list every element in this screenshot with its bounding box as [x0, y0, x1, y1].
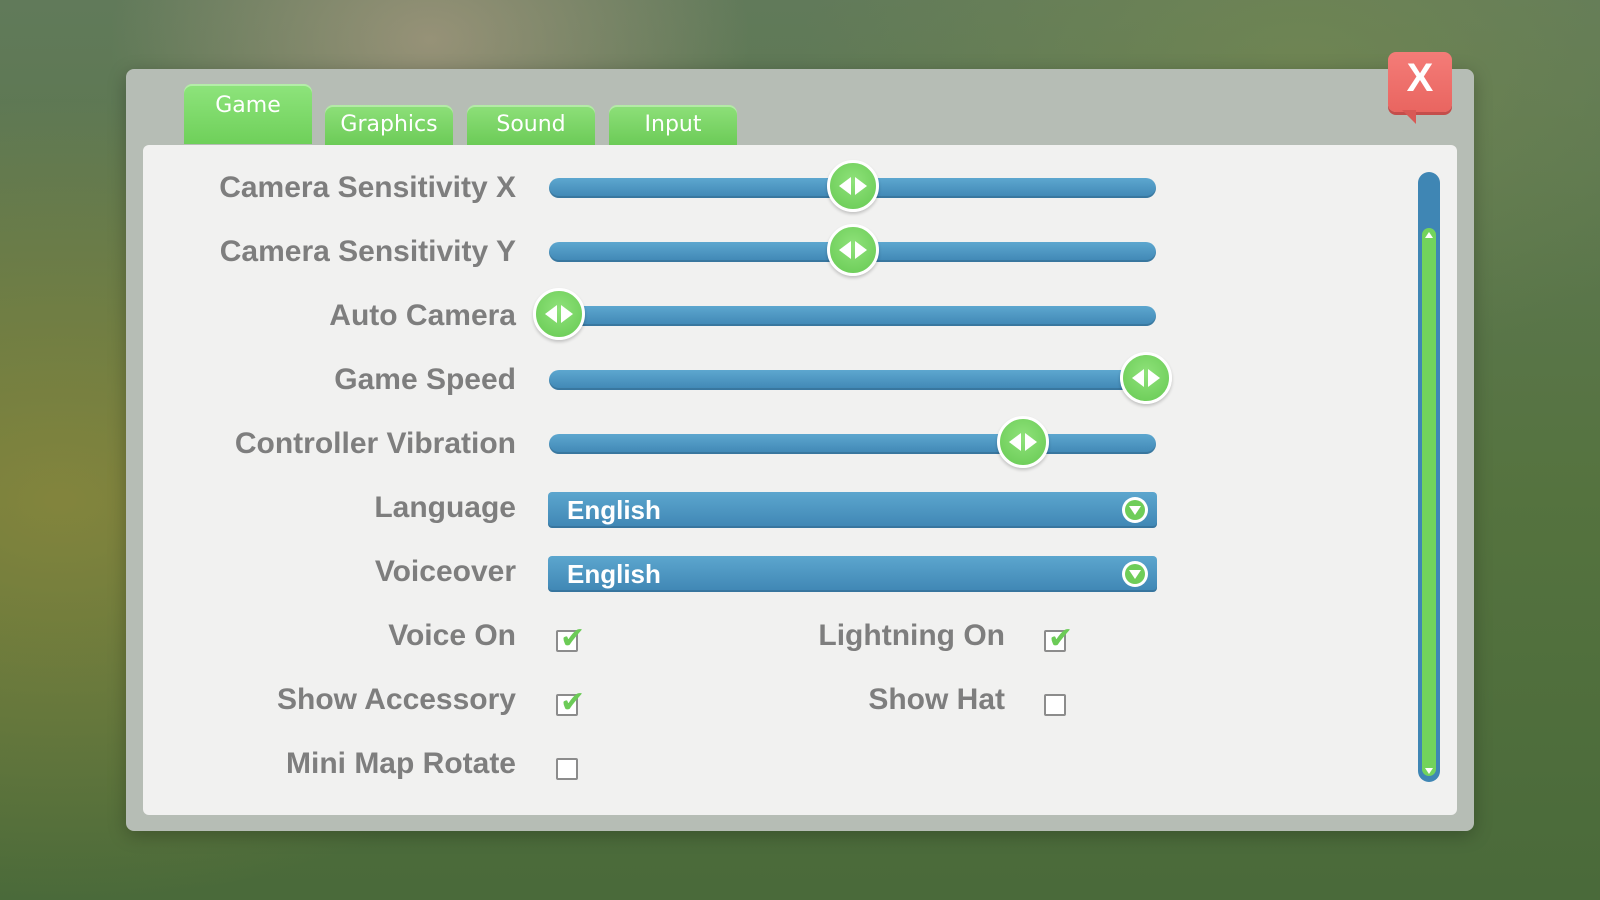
slider-knob[interactable] [533, 288, 585, 340]
arrow-left-icon [545, 305, 557, 323]
arrow-right-icon [561, 305, 573, 323]
voiceover-label: Voiceover [374, 555, 516, 588]
show-hat-checkbox[interactable] [1044, 694, 1066, 716]
slider-track[interactable] [549, 434, 1156, 454]
language-dropdown[interactable]: English [548, 492, 1157, 528]
tab-graphics[interactable]: Graphics [325, 105, 453, 145]
arrow-right-icon [854, 177, 867, 195]
controller-vibration-label: Controller Vibration [234, 427, 516, 460]
slider-knob[interactable] [996, 416, 1049, 468]
controller-vibration-slider[interactable] [549, 416, 1156, 468]
lightning-on-checkbox[interactable]: ✔ [1044, 624, 1073, 654]
tab-game[interactable]: Game [184, 84, 312, 144]
slider-knob[interactable] [1120, 352, 1172, 404]
camera-sensitivity-x-slider[interactable] [549, 160, 1156, 212]
auto-camera-label: Auto Camera [329, 299, 516, 332]
show-hat-label: Show Hat [868, 683, 1005, 716]
chevron-down-icon[interactable] [1122, 561, 1148, 587]
language-value: English [567, 495, 661, 525]
camera-sensitivity-x-label: Camera Sensitivity X [219, 171, 516, 204]
scrollbar[interactable] [1418, 172, 1440, 782]
slider-track[interactable] [549, 370, 1156, 390]
voiceover-value: English [567, 559, 661, 589]
checkmark-icon: ✔ [560, 685, 586, 720]
show-accessory-label: Show Accessory [277, 683, 516, 716]
slider-knob[interactable] [826, 224, 879, 276]
arrow-right-icon [854, 241, 867, 259]
tab-sound[interactable]: Sound [467, 105, 595, 145]
game-speed-slider[interactable] [549, 352, 1172, 404]
voice-on-checkbox[interactable]: ✔ [556, 624, 585, 654]
language-label: Language [374, 491, 516, 524]
slider-track[interactable] [549, 306, 1156, 326]
arrow-left-icon [1008, 433, 1021, 451]
close-button[interactable]: X [1388, 52, 1452, 124]
camera-sensitivity-y-slider[interactable] [549, 224, 1156, 276]
arrow-right-icon [1024, 433, 1037, 451]
mini-map-rotate-checkbox[interactable] [556, 758, 578, 780]
scroll-down-icon[interactable] [1425, 768, 1433, 774]
checkmark-icon: ✔ [1048, 621, 1074, 656]
scroll-up-icon[interactable] [1425, 232, 1433, 238]
voice-on-label: Voice On [388, 619, 516, 652]
game-speed-label: Game Speed [334, 363, 516, 396]
lightning-on-label: Lightning On [818, 619, 1005, 652]
voiceover-dropdown[interactable]: English [548, 556, 1157, 592]
checkmark-icon: ✔ [560, 621, 586, 656]
arrow-left-icon [838, 241, 851, 259]
close-icon: X [1406, 56, 1434, 100]
auto-camera-slider[interactable] [533, 288, 1156, 340]
show-accessory-checkbox[interactable]: ✔ [556, 688, 585, 718]
arrow-right-icon [1148, 369, 1160, 387]
arrow-left-icon [1132, 369, 1144, 387]
tab-input[interactable]: Input [609, 105, 737, 145]
chevron-down-icon[interactable] [1122, 497, 1148, 523]
camera-sensitivity-y-label: Camera Sensitivity Y [219, 235, 516, 268]
scrollbar-thumb[interactable] [1422, 228, 1436, 776]
slider-knob[interactable] [826, 160, 879, 212]
arrow-left-icon [838, 177, 851, 195]
mini-map-rotate-label: Mini Map Rotate [286, 747, 516, 780]
